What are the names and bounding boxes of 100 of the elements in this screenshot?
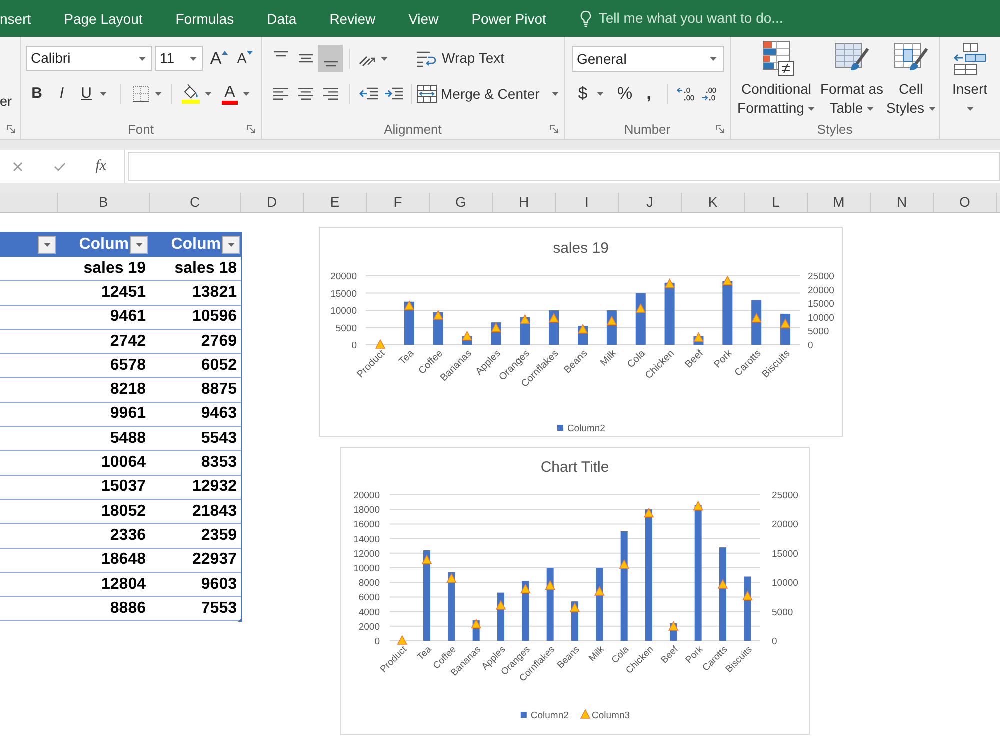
borders-icon [132,86,148,102]
ribbon-button[interactable]: er [0,95,12,108]
italic-button[interactable]: I [51,82,73,106]
column-header[interactable]: H [493,193,556,212]
column-header[interactable]: O [934,193,997,212]
table-cell-text: 12932 [192,477,238,498]
filter-dropdown-button[interactable] [130,236,148,254]
caret-icon [928,106,936,110]
axis-tick-label: 16000 [354,520,380,531]
ribbon-tab[interactable]: nsert [0,0,48,37]
axis-tick-label: 8000 [358,578,380,590]
shrink-font-button[interactable]: A [234,46,256,71]
column-header[interactable]: I [556,193,619,212]
align-center-icon [298,88,314,100]
decrease-decimal-icon [701,86,719,102]
column-header[interactable]: J [619,193,682,212]
triangle-up-icon [222,51,228,55]
column-header[interactable]: K [682,193,745,212]
grow-font-button[interactable]: A [208,46,230,71]
dialog-launcher-icon[interactable] [716,125,725,134]
increase-decimal-icon [677,86,695,102]
alignment-button[interactable] [318,45,343,72]
legend-label: Column3 [592,710,630,722]
axis-tick-label: 20000 [330,272,357,282]
align-left-icon [272,88,288,100]
caret-icon [204,92,212,96]
wrap-text-button[interactable]: Wrap Text [416,45,505,72]
tell-me-search-field[interactable]: Tell me what you want to do... [598,8,814,29]
column-header[interactable]: B [58,193,150,212]
merge-center-button[interactable]: Merge & Center [417,82,559,106]
axis-tick-label: 10000 [354,564,380,574]
ribbon-tab[interactable]: Page Layout [48,0,160,37]
table-cell-text: 9961 [109,404,147,424]
insert-cells-icon [953,42,987,76]
insert-function-button[interactable]: fx [83,154,119,178]
table-cell-text: 7553 [200,598,238,619]
filter-dropdown-button[interactable] [222,236,240,254]
format-as-table-button[interactable]: Format as Table [819,40,885,118]
dialog-launcher-icon[interactable] [550,125,559,134]
triangle-marker [520,584,531,594]
dialog-launcher-icon[interactable] [247,125,256,134]
bottom-align-icon [322,60,338,66]
filter-dropdown-button[interactable] [38,236,56,254]
ribbon-tab[interactable]: View [392,0,456,37]
category-label: Cola [626,348,648,371]
comma-style-button[interactable]: , [637,82,661,106]
bar [722,281,733,345]
ribbon-tab[interactable]: Power Pivot [455,0,563,37]
group-label: Font [128,122,154,136]
ribbon-tab[interactable]: Review [313,0,392,37]
conditional-formatting-button[interactable]: Conditional Formatting [734,40,819,118]
column-header[interactable]: F [367,193,430,212]
axis-tick-label: 10000 [772,578,798,590]
caret-icon [228,242,234,246]
column-header[interactable]: L [745,193,808,212]
column-header[interactable]: E [304,193,367,212]
cell-styles-button[interactable]: Cell Styles [885,40,937,118]
dialog-launcher-icon[interactable] [7,124,16,134]
legend-marker-icon [580,709,591,719]
paint-bucket-icon [180,84,200,104]
formula-input-field[interactable] [128,152,1000,181]
table-cell-text: 8218 [109,380,147,400]
triangle-marker [722,276,733,286]
axis-tick-label: 0 [772,636,778,648]
ribbon-tab[interactable]: Formulas [159,0,251,37]
font-size-dropdown[interactable]: 11 [155,46,203,71]
table-cell-text: 12451 [100,282,147,303]
column-header[interactable]: C [150,193,241,212]
triangle-marker [742,590,753,601]
axis-tick-label: 5000 [808,326,830,338]
underline-button[interactable]: U [76,82,112,106]
bar [744,576,752,641]
percent-button[interactable]: % [613,82,637,106]
triangle-marker [570,602,580,612]
axis-tick-label: 4000 [358,607,380,618]
column-header[interactable]: G [430,193,493,212]
font-name-dropdown[interactable]: Calibri [26,46,152,71]
number-format-dropdown[interactable]: General [572,46,724,72]
chart-title: sales 19 [553,240,609,257]
triangle-down-icon [246,51,253,55]
merge-cells-icon [417,85,437,103]
bold-button[interactable]: B [26,82,48,106]
insert-button[interactable]: Insert [940,37,1000,118]
font-color-button[interactable]: A [218,82,254,106]
table-cell-text: 2742 [109,332,147,352]
caret-icon [154,92,162,96]
ribbon-tab[interactable]: Data [250,0,314,37]
axis-tick-label: 20000 [354,490,380,502]
currency-button[interactable]: $ [573,82,609,106]
table-cell-text: 6052 [200,356,238,376]
table-cell-text: 18648 [100,550,147,570]
category-label: Tea [397,348,417,368]
axis-tick-label: 15000 [808,299,834,310]
column-header[interactable]: N [871,193,934,212]
triangle-marker [471,618,482,629]
column-header[interactable]: M [808,193,871,212]
triangle-marker [636,303,646,314]
category-label: Milk [598,348,620,369]
caret-icon [552,92,559,96]
column-header[interactable]: D [241,193,304,212]
